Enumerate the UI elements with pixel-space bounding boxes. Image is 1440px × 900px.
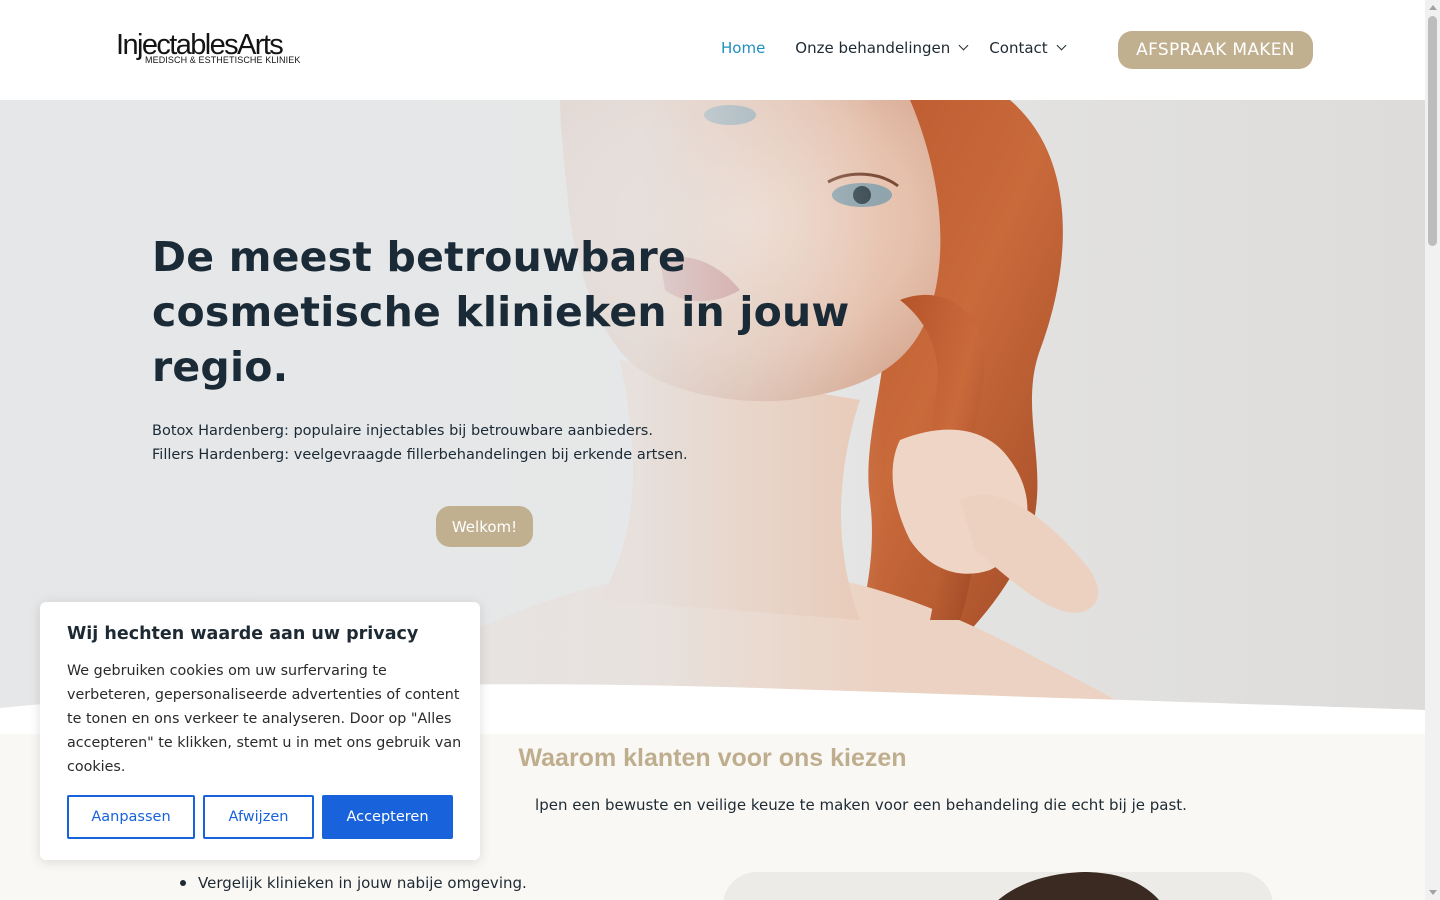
hero-text-block: De meest betrouwbare cosmetische kliniek… — [152, 230, 852, 467]
page-scrollbar[interactable] — [1425, 0, 1440, 900]
scrollbar-thumb[interactable] — [1428, 16, 1437, 246]
hero-line-fillers: Fillers Hardenberg: veelgevraagde filler… — [152, 447, 688, 463]
scroll-up-arrow-icon[interactable] — [1429, 5, 1437, 10]
hero-subtitle: Botox Hardenberg: populaire injectables … — [152, 419, 852, 467]
nav-treatments-label: Onze behandelingen — [795, 39, 951, 57]
list-item: Vergelijk klinieken in jouw nabije omgev… — [180, 874, 527, 892]
cookie-title: Wij hechten waarde aan uw privacy — [67, 624, 419, 644]
scroll-down-arrow-icon[interactable] — [1429, 890, 1437, 895]
cookie-reject-button[interactable]: Afwijzen — [203, 795, 314, 839]
nav-contact[interactable]: Contact — [989, 39, 1067, 57]
cookie-consent-banner: Wij hechten waarde aan uw privacy We geb… — [40, 602, 480, 860]
hero-line-botox: Botox Hardenberg: populaire injectables … — [152, 423, 653, 439]
cookie-description: We gebruiken cookies om uw surfervaring … — [67, 663, 462, 775]
why-us-intro-text: lpen een bewuste en veilige keuze te mak… — [535, 796, 1187, 814]
make-appointment-button[interactable]: AFSPRAAK MAKEN — [1118, 31, 1313, 69]
nav-treatments[interactable]: Onze behandelingen — [795, 39, 969, 57]
nav-home-label: Home — [721, 39, 766, 57]
cookie-accept-button[interactable]: Accepteren — [322, 795, 453, 839]
logo-tagline: MEDISCH & ESTHETISCHE KLINIEK — [145, 55, 301, 65]
list-item-text: Vergelijk klinieken in jouw nabije omgev… — [198, 874, 527, 892]
cookie-customize-button[interactable]: Aanpassen — [67, 795, 195, 839]
welcome-button[interactable]: Welkom! — [436, 506, 533, 547]
hero-title: De meest betrouwbare cosmetische kliniek… — [152, 233, 850, 391]
why-us-image — [723, 872, 1273, 900]
nav-home[interactable]: Home — [721, 39, 765, 57]
site-header: InjectablesArts MEDISCH & ESTHETISCHE KL… — [0, 0, 1425, 100]
main-nav: Home Onze behandelingen Contact — [721, 39, 1067, 57]
why-us-photo — [723, 872, 1273, 900]
chevron-down-icon — [958, 40, 969, 51]
chevron-down-icon — [1056, 40, 1067, 51]
page: InjectablesArts MEDISCH & ESTHETISCHE KL… — [0, 0, 1440, 900]
site-logo[interactable]: InjectablesArts MEDISCH & ESTHETISCHE KL… — [116, 31, 300, 66]
nav-contact-label: Contact — [989, 39, 1048, 57]
why-us-list: Vergelijk klinieken in jouw nabije omgev… — [180, 874, 527, 892]
bullet-icon — [180, 880, 186, 886]
